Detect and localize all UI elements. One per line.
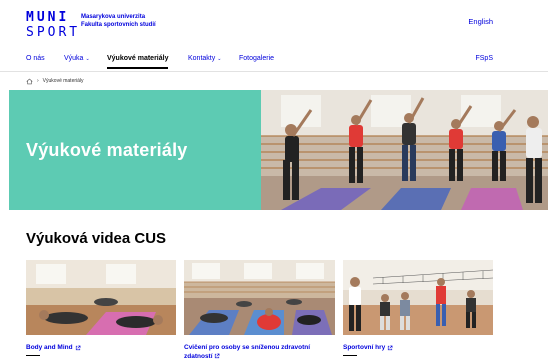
site-header: MUNI SPORT Masarykova univerzita Fakulta… — [0, 0, 548, 48]
external-link-icon — [215, 353, 220, 358]
logo-muni-text: MUNI — [26, 10, 70, 25]
university-line: Masarykova univerzita — [81, 14, 146, 20]
card-underline — [343, 354, 357, 356]
hero-banner: Výukové materiály — [9, 90, 548, 210]
faculty-line: Fakulta sportovních studií — [81, 21, 156, 28]
muni-sport-logo[interactable]: MUNI SPORT — [26, 10, 81, 41]
nav-item-materials[interactable]: Výukové materiály — [107, 55, 169, 69]
card-title-text: Cvičení pro osoby se sníženou zdravotní … — [184, 344, 310, 360]
nav-item-label: Výukové materiály — [107, 55, 169, 62]
video-card-reduced-fitness[interactable]: Cvičení pro osoby se sníženou zdravotní … — [184, 260, 335, 360]
fsps-link[interactable]: FSpS — [475, 55, 493, 62]
card-title-text: Sportovní hry — [343, 344, 386, 351]
chevron-down-icon: ⌄ — [85, 55, 90, 62]
video-card-sport-games[interactable]: Sportovní hry — [343, 260, 493, 356]
main-navigation: O nás Výuka ⌄ Výukové materiály Kontakty… — [0, 48, 548, 72]
nav-item-teaching[interactable]: Výuka ⌄ — [64, 55, 90, 62]
card-photo-sport-games[interactable] — [343, 260, 493, 335]
external-link-icon — [388, 345, 393, 351]
nav-item-label: Fotogalerie — [239, 55, 275, 62]
breadcrumb-current: Výukové materiály — [42, 78, 84, 84]
external-link-icon — [75, 345, 80, 351]
card-title-link[interactable]: Body and Mind — [26, 344, 176, 352]
video-card-body-and-mind[interactable]: Body and Mind — [26, 260, 176, 356]
card-title-line: Cvičení pro osoby se sníženou zdravotní — [184, 344, 311, 351]
university-name[interactable]: Masarykova univerzita Fakulta sportovníc… — [81, 14, 156, 29]
card-photo-reduced-fitness[interactable] — [184, 260, 335, 335]
nav-item-contacts[interactable]: Kontakty ⌄ — [188, 55, 221, 62]
logo-sport-text: SPORT — [26, 25, 81, 40]
breadcrumb: › Výukové materiály — [26, 76, 84, 86]
card-underline — [26, 354, 40, 356]
card-title-line: zdatností — [184, 352, 213, 360]
hero-panel: Výukové materiály — [9, 90, 261, 210]
breadcrumb-separator: › — [37, 78, 39, 84]
home-icon[interactable] — [26, 78, 33, 85]
card-title-link[interactable]: Sportovní hry — [343, 344, 493, 352]
page-title: Výukové materiály — [26, 139, 188, 160]
chevron-down-icon: ⌄ — [217, 55, 222, 62]
language-switch-link[interactable]: English — [468, 17, 493, 26]
nav-item-gallery[interactable]: Fotogalerie — [239, 55, 274, 62]
section-title: Výuková videa CUS — [26, 230, 167, 247]
nav-item-label: Kontakty — [188, 55, 216, 62]
nav-item-about[interactable]: O nás — [26, 55, 45, 62]
nav-item-label: O nás — [26, 55, 45, 62]
card-photo-body-and-mind[interactable] — [26, 260, 176, 335]
nav-item-label: Výuka — [64, 55, 84, 62]
card-title-link[interactable]: Cvičení pro osoby se sníženou zdravotní … — [184, 344, 335, 360]
hero-photo-gym-class — [261, 90, 548, 210]
card-title-text: Body and Mind — [26, 344, 73, 351]
